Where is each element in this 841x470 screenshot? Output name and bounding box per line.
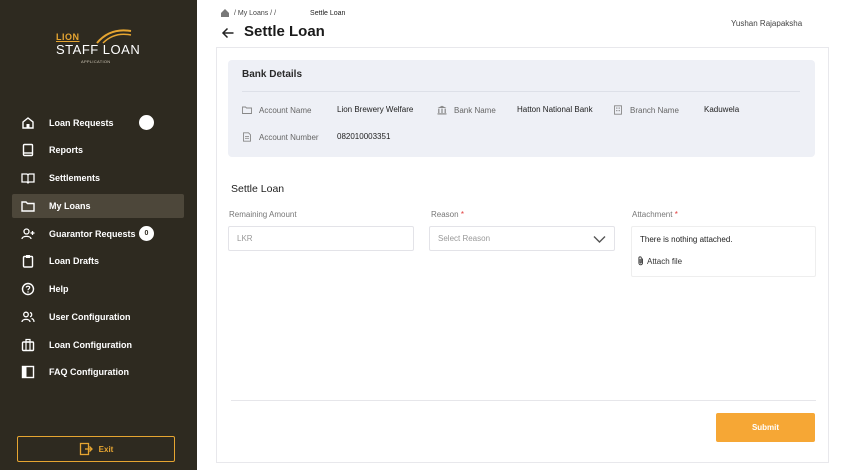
sidebar-item-user-configuration[interactable]: User Configuration [12,305,184,329]
attachment-box: There is nothing attached. Attach file [631,226,816,277]
required-mark: * [674,210,678,219]
sidebar-item-reports[interactable]: Reports [12,138,184,162]
sidebar-item-label: Help [49,284,69,294]
submit-button[interactable]: Submit [716,413,815,442]
account-name-label: Account Name [242,105,311,115]
required-mark: * [460,210,464,219]
page-title: Settle Loan [244,23,325,40]
bank-details-card: Bank Details Account Name Lion Brewery W… [228,60,815,157]
logout-icon [79,442,93,456]
folder-icon [242,106,252,114]
chevron-down-icon [593,236,606,243]
book-icon [21,171,35,185]
logo-lion-text: LION [56,32,80,42]
exit-label: Exit [98,444,114,454]
sidebar-item-label: Settlements [49,173,101,183]
branch-name-value: Kaduwela [704,105,740,114]
sidebar-item-label: My Loans [49,201,91,211]
users-icon [21,310,35,324]
account-name-value: Lion Brewery Welfare [337,105,414,114]
sidebar-item-loan-drafts[interactable]: Loan Drafts [12,249,184,273]
attachment-label-text: Attachment [632,210,673,219]
sidebar-item-label: User Configuration [49,312,131,322]
exit-button[interactable]: Exit [17,436,175,462]
reason-label: Reason * [431,210,464,219]
reason-select[interactable]: Select Reason [429,226,615,251]
sidebar-item-my-loans[interactable]: My Loans [12,194,184,218]
logo-sub-text: APPLICATION [81,59,111,64]
report-icon [21,143,35,157]
help-icon [21,282,35,296]
sidebar-item-label: Loan Requests [49,118,114,128]
building-icon [614,105,622,115]
breadcrumb-links[interactable]: / My Loans / / [234,10,276,17]
account-number-value: 082010003351 [337,132,391,141]
sidebar-item-loan-requests[interactable]: Loan Requests [12,111,184,135]
attach-file-label: Attach file [647,256,683,266]
settle-loan-section-title: Settle Loan [231,183,285,195]
remaining-amount-label: Remaining Amount [229,210,297,219]
sidebar-item-label: Loan Drafts [49,256,100,266]
guarantor-count-badge: 0 [139,226,154,241]
sidebar-item-label: Reports [49,145,84,155]
reason-label-text: Reason [431,210,459,219]
bank-details-title: Bank Details [242,69,303,80]
attach-file-button[interactable]: Attach file [637,256,682,266]
home-icon [21,116,35,130]
attachment-empty-text: There is nothing attached. [640,235,733,244]
back-arrow-icon[interactable] [221,26,235,40]
sidebar-item-label: Loan Configuration [49,340,132,350]
paperclip-icon [638,256,643,266]
remaining-amount-input[interactable]: LKR [228,226,414,251]
account-number-label-text: Account Number [259,132,319,142]
sidebar-item-help[interactable]: Help [12,277,184,301]
logo-staff-loan-text: STAFF LOAN [56,42,141,57]
bank-name-label-text: Bank Name [454,105,496,115]
breadcrumb: / My Loans / / Settle Loan [220,8,345,18]
folder-icon [21,199,35,213]
bank-icon [437,105,447,115]
remaining-amount-placeholder: LKR [237,234,253,243]
notification-badge [139,115,154,130]
divider [231,400,816,401]
clipboard-icon [21,254,35,268]
home-icon[interactable] [220,8,230,18]
sidebar-item-label: FAQ Configuration [49,367,129,377]
account-name-label-text: Account Name [259,105,312,115]
bank-name-value: Hatton National Bank [517,105,593,114]
sidebar-item-guarantor-requests[interactable]: Guarantor Requests 0 [12,222,184,246]
account-number-label: Account Number [242,132,319,142]
sidebar-item-label: Guarantor Requests [49,229,136,239]
sidebar: LION STAFF LOAN APPLICATION Loan Request… [0,0,197,470]
remaining-amount-label-text: Remaining Amount [229,210,297,219]
briefcase-icon [21,338,35,352]
breadcrumb-current: Settle Loan [310,9,346,17]
user-plus-icon [21,227,35,241]
document-icon [243,132,251,142]
sidebar-item-loan-configuration[interactable]: Loan Configuration [12,333,184,357]
app-logo: LION STAFF LOAN APPLICATION [55,27,145,69]
sidebar-item-faq-configuration[interactable]: FAQ Configuration [12,360,184,384]
sidebar-item-settlements[interactable]: Settlements [12,166,184,190]
bank-name-label: Bank Name [437,105,496,115]
divider [242,91,800,92]
branch-name-label-text: Branch Name [630,105,679,115]
user-name[interactable]: Yushan Rajapaksha [731,19,802,28]
panel-icon [21,365,35,379]
branch-name-label: Branch Name [613,105,679,115]
attachment-label: Attachment * [632,210,678,219]
reason-select-placeholder: Select Reason [438,234,491,243]
